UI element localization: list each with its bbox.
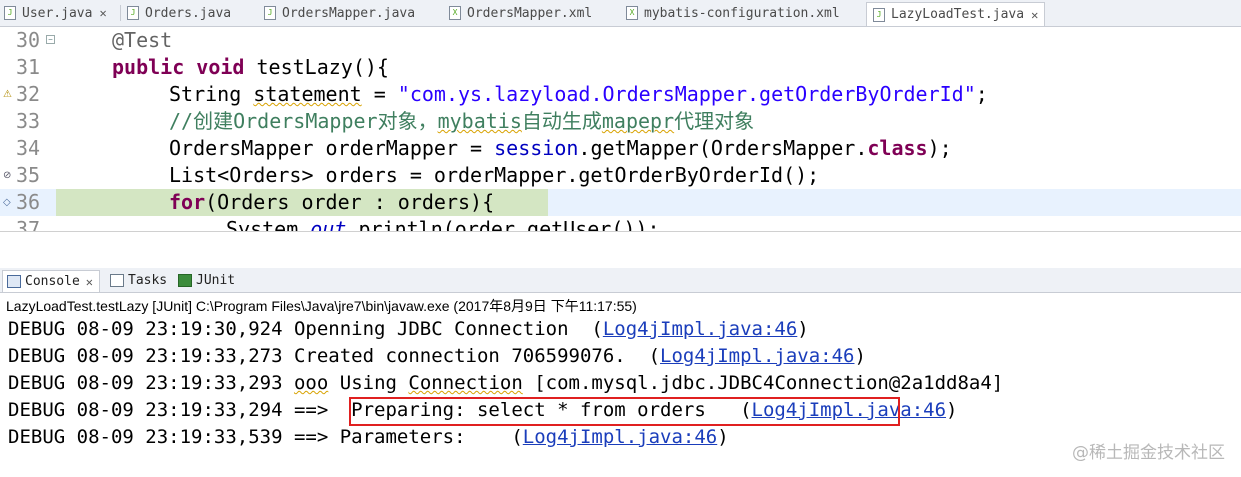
tab-junit[interactable]: JUnit — [174, 270, 235, 291]
code-line-current: ◇ 36 for(Orders order : orders){ — [0, 189, 1241, 216]
tab-label: User.java — [22, 5, 93, 21]
java-file-icon: J — [264, 6, 276, 20]
junit-icon — [178, 274, 192, 287]
console-line: DEBUG 08-09 23:19:33,273 Created connect… — [8, 345, 866, 367]
code-text: @Test — [112, 28, 173, 52]
code-comment: //创建OrdersMapper对象，mybatis自动生成mapepr代理对象 — [169, 109, 755, 133]
close-icon[interactable]: ✕ — [1031, 8, 1038, 22]
source-link[interactable]: Log4jImpl.java:46 — [603, 318, 797, 340]
line-number: 35 — [16, 163, 41, 187]
tab-label: Console — [25, 274, 80, 289]
warning-icon[interactable]: ⚠ — [3, 89, 13, 101]
code-line: 33 //创建OrdersMapper对象，mybatis自动生成mapepr代… — [0, 108, 1241, 135]
tab-ordersmapper-java[interactable]: J OrdersMapper.java — [264, 2, 415, 24]
code-line: ⚠ 32 String statement = "com.ys.lazyload… — [0, 81, 1241, 108]
tab-label: Tasks — [128, 273, 168, 288]
java-file-icon: J — [4, 6, 16, 20]
line-number: 34 — [16, 136, 41, 160]
console-icon — [7, 275, 21, 288]
tab-label: JUnit — [196, 273, 236, 288]
code-line: ⊘ 35 List<Orders> orders = orderMapper.g… — [0, 162, 1241, 189]
tab-console[interactable]: Console ✕ — [2, 270, 101, 292]
breakpoint-icon[interactable]: ⊘ — [3, 170, 13, 182]
tab-lazyloadtest-java[interactable]: J LazyLoadTest.java ✕ — [866, 2, 1046, 26]
line-number: 33 — [16, 109, 41, 133]
tab-ordersmapper-xml[interactable]: X OrdersMapper.xml — [449, 2, 592, 24]
code-line: 31 public void testLazy(){ — [0, 54, 1241, 81]
tab-user-java[interactable]: J User.java ✕ — [4, 2, 107, 24]
line-number: 36 — [16, 190, 41, 214]
source-link[interactable]: Log4jImpl.java:46 — [523, 426, 717, 448]
code-line: 30 − @Test — [0, 27, 1241, 54]
tab-label: LazyLoadTest.java — [891, 7, 1025, 22]
console-line: DEBUG 08-09 23:19:33,293 ooo Using Conne… — [8, 372, 1004, 394]
tab-label: OrdersMapper.java — [282, 5, 416, 21]
watermark: @稀土掘金技术社区 — [1072, 443, 1225, 463]
close-icon[interactable]: ✕ — [99, 6, 106, 20]
java-file-icon: J — [127, 6, 139, 20]
code-text: List<Orders> orders = orderMapper.getOrd… — [169, 163, 820, 187]
editor-tab-bar: J User.java ✕ J Orders.java J OrdersMapp… — [0, 0, 1241, 27]
console-launch-header: LazyLoadTest.testLazy [JUnit] C:\Program… — [6, 298, 637, 314]
code-text: OrdersMapper orderMapper = session.getMa… — [169, 136, 952, 160]
java-file-icon: J — [873, 7, 885, 22]
line-number: 37 — [16, 217, 41, 232]
tab-label: mybatis-configuration.xml — [644, 5, 840, 21]
line-number: 32 — [16, 82, 41, 106]
tasks-icon — [110, 274, 124, 287]
tab-orders-java[interactable]: J Orders.java — [127, 2, 231, 24]
source-link[interactable]: Log4jImpl.java:46 — [660, 345, 854, 367]
tab-tasks[interactable]: Tasks — [106, 270, 167, 291]
line-number: 31 — [16, 55, 41, 79]
code-text: String statement = "com.ys.lazyload.Orde… — [169, 82, 988, 106]
fold-toggle-icon[interactable]: − — [46, 35, 55, 44]
tab-mybatis-configuration-xml[interactable]: X mybatis-configuration.xml — [626, 2, 840, 24]
console-line: DEBUG 08-09 23:19:33,539 ==> Parameters:… — [8, 426, 729, 448]
close-icon[interactable]: ✕ — [86, 275, 93, 289]
code-text: System.out.println(order.getUser()); — [226, 217, 660, 232]
view-tab-bar: Console ✕ Tasks JUnit — [0, 268, 1241, 293]
code-line: 34 OrdersMapper orderMapper = session.ge… — [0, 135, 1241, 162]
line-number: 30 — [16, 28, 41, 52]
code-line: 37 System.out.println(order.getUser()); — [0, 216, 1241, 232]
debug-pointer-icon: ◇ — [3, 197, 11, 208]
console-line: DEBUG 08-09 23:19:30,924 Openning JDBC C… — [8, 318, 809, 340]
code-text: public void testLazy(){ — [112, 55, 389, 79]
highlight-annotation-box — [349, 397, 900, 426]
xml-file-icon: X — [626, 6, 638, 20]
code-editor[interactable]: 30 − @Test 31 public void testLazy(){ ⚠ … — [0, 27, 1241, 232]
tab-label: Orders.java — [145, 5, 232, 21]
tab-label: OrdersMapper.xml — [467, 5, 593, 21]
xml-file-icon: X — [449, 6, 461, 20]
code-text: for(Orders order : orders){ — [169, 190, 495, 214]
